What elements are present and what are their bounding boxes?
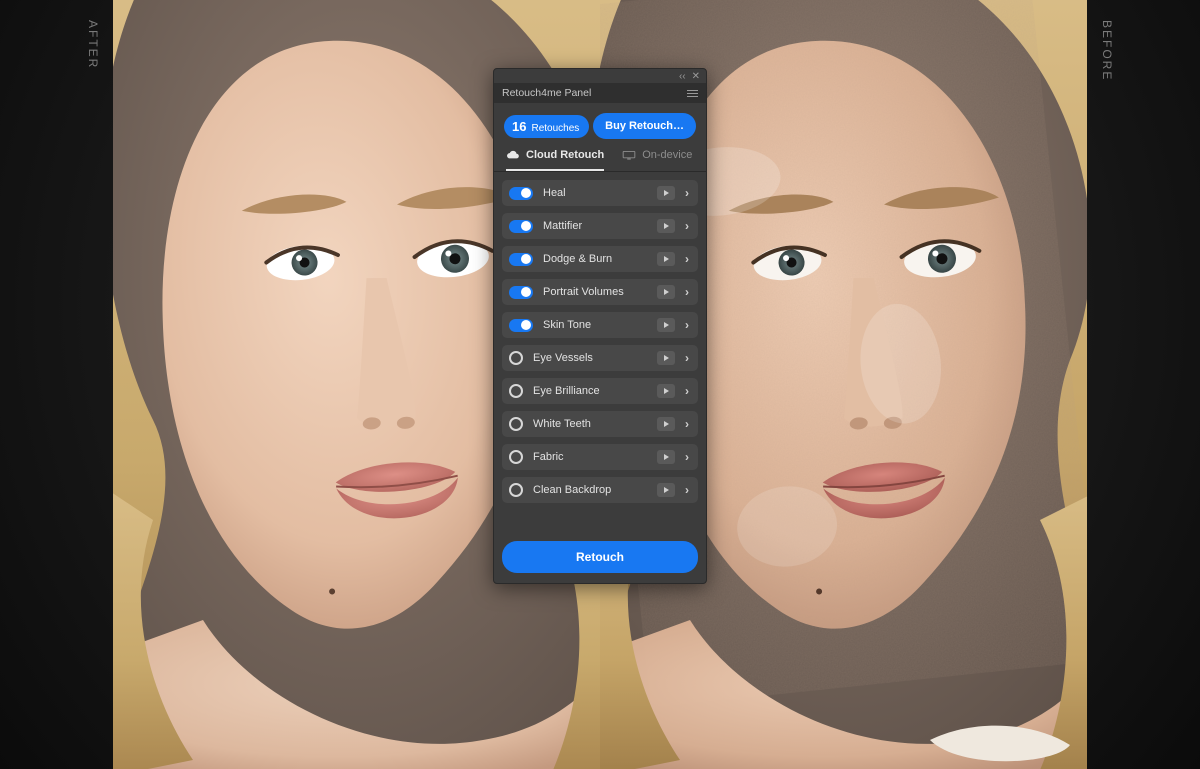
option-label: White Teeth (533, 418, 657, 430)
option-row-clean-backdrop: Clean Backdrop › (502, 477, 698, 503)
chevron-right-icon[interactable]: › (683, 285, 691, 299)
play-icon[interactable] (657, 351, 675, 365)
play-icon[interactable] (657, 483, 675, 497)
play-icon[interactable] (657, 285, 675, 299)
option-row-mattifier: Mattifier › (502, 213, 698, 239)
option-row-heal: Heal › (502, 180, 698, 206)
toggle-eye-brilliance[interactable] (509, 384, 523, 398)
chevron-right-icon[interactable]: › (683, 483, 691, 497)
toggle-mattifier[interactable] (509, 220, 533, 233)
chevron-right-icon[interactable]: › (683, 417, 691, 431)
option-row-portrait-volumes: Portrait Volumes › (502, 279, 698, 305)
chevron-right-icon[interactable]: › (683, 351, 691, 365)
play-icon[interactable] (657, 417, 675, 431)
buy-button[interactable]: Buy Retouch… (593, 113, 696, 139)
toggle-clean-backdrop[interactable] (509, 483, 523, 497)
chevron-right-icon[interactable]: › (683, 186, 691, 200)
chevron-right-icon[interactable]: › (683, 318, 691, 332)
chevron-right-icon[interactable]: › (683, 252, 691, 266)
toggle-heal[interactable] (509, 187, 533, 200)
mode-tabs: Cloud Retouch On-device (494, 145, 706, 172)
toggle-eye-vessels[interactable] (509, 351, 523, 365)
retouch-count-label: Retouches (531, 123, 579, 134)
panel-menu-icon[interactable] (687, 90, 698, 97)
panel-window-controls: ‹‹ ✕ (494, 69, 706, 83)
tab-on-device[interactable]: On-device (622, 149, 692, 171)
tab-device-label: On-device (642, 149, 692, 161)
tab-cloud-retouch[interactable]: Cloud Retouch (506, 149, 604, 171)
option-label: Dodge & Burn (543, 253, 657, 265)
toggle-skin-tone[interactable] (509, 319, 533, 332)
play-icon[interactable] (657, 219, 675, 233)
option-row-fabric: Fabric › (502, 444, 698, 470)
options-list: Heal›Mattifier›Dodge & Burn›Portrait Vol… (494, 172, 706, 503)
chevron-right-icon[interactable]: › (683, 384, 691, 398)
option-row-dodge-burn: Dodge & Burn › (502, 246, 698, 272)
close-icon[interactable]: ✕ (692, 71, 700, 82)
chevron-right-icon[interactable]: › (683, 219, 691, 233)
option-label: Skin Tone (543, 319, 657, 331)
play-icon[interactable] (657, 450, 675, 464)
play-icon[interactable] (657, 252, 675, 266)
toggle-portrait-volumes[interactable] (509, 286, 533, 299)
toggle-white-teeth[interactable] (509, 417, 523, 431)
toggle-dodge-burn[interactable] (509, 253, 533, 266)
option-row-white-teeth: White Teeth › (502, 411, 698, 437)
option-label: Clean Backdrop (533, 484, 657, 496)
option-row-eye-brilliance: Eye Brilliance › (502, 378, 698, 404)
option-label: Mattifier (543, 220, 657, 232)
panel-title: Retouch4me Panel (502, 87, 591, 99)
chevron-right-icon[interactable]: › (683, 450, 691, 464)
play-icon[interactable] (657, 318, 675, 332)
option-label: Fabric (533, 451, 657, 463)
collapse-icon[interactable]: ‹‹ (679, 71, 686, 82)
tab-cloud-label: Cloud Retouch (526, 149, 604, 161)
cloud-icon (506, 150, 520, 161)
panel-header: 16 Retouches Buy Retouch… (494, 103, 706, 145)
option-row-eye-vessels: Eye Vessels › (502, 345, 698, 371)
option-label: Heal (543, 187, 657, 199)
monitor-icon (622, 150, 636, 161)
toggle-fabric[interactable] (509, 450, 523, 464)
play-icon[interactable] (657, 186, 675, 200)
retouch-button[interactable]: Retouch (502, 541, 698, 573)
retouch-counter: 16 Retouches (504, 115, 589, 138)
retouch-count-value: 16 (512, 119, 526, 134)
option-label: Portrait Volumes (543, 286, 657, 298)
option-row-skin-tone: Skin Tone › (502, 312, 698, 338)
after-label: AFTER (86, 20, 100, 69)
panel-titlebar: Retouch4me Panel (494, 83, 706, 103)
play-icon[interactable] (657, 384, 675, 398)
before-label: BEFORE (1100, 20, 1114, 81)
retouch-panel: ‹‹ ✕ Retouch4me Panel 16 Retouches Buy R… (493, 68, 707, 584)
option-label: Eye Vessels (533, 352, 657, 364)
option-label: Eye Brilliance (533, 385, 657, 397)
